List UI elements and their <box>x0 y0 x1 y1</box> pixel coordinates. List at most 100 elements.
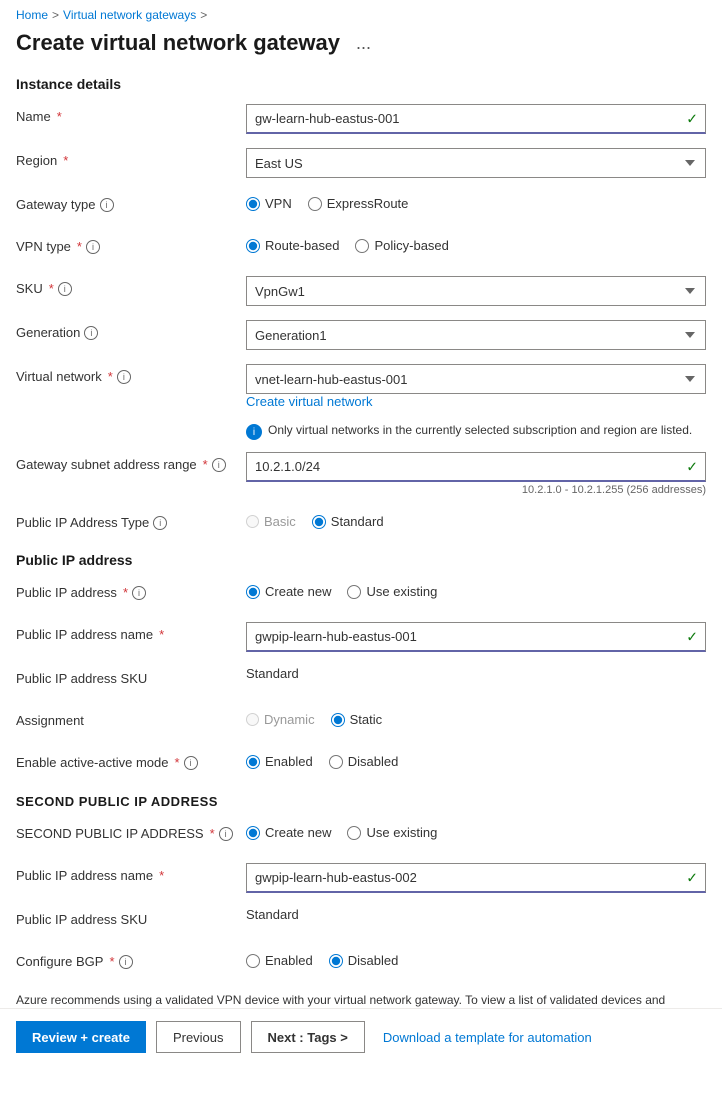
pip-create-new-radio[interactable] <box>246 585 260 599</box>
public-ip-type-standard-radio[interactable] <box>312 515 326 529</box>
second-pipname-required: * <box>159 868 164 883</box>
public-ip-type-control: Basic Standard <box>246 510 706 529</box>
public-ip-name-control: ✓ <box>246 622 706 652</box>
generation-select[interactable]: Generation1 <box>246 320 706 350</box>
assignment-static-radio[interactable] <box>331 713 345 727</box>
public-ip-address-row: Public IP address * i Create new Use exi… <box>16 580 706 608</box>
public-ip-type-basic-label: Basic <box>264 514 296 529</box>
bgp-info-icon[interactable]: i <box>119 955 133 969</box>
info-message-box: i Only virtual networks in the currently… <box>246 423 706 440</box>
second-pip-use-existing-option[interactable]: Use existing <box>347 825 437 840</box>
pip-use-existing-option[interactable]: Use existing <box>347 584 437 599</box>
bgp-disabled-option[interactable]: Disabled <box>329 953 399 968</box>
vpn-type-routebased-option[interactable]: Route-based <box>246 238 339 253</box>
gateway-type-expressroute-option[interactable]: ExpressRoute <box>308 196 409 211</box>
public-ip-name-input[interactable] <box>246 622 706 652</box>
vpn-type-routebased-label: Route-based <box>265 238 339 253</box>
name-input[interactable] <box>246 104 706 134</box>
assignment-control: Dynamic Static <box>246 708 706 727</box>
create-vnet-link[interactable]: Create virtual network <box>246 394 372 409</box>
vpn-type-row: VPN type * i Route-based Policy-based <box>16 234 706 262</box>
previous-button[interactable]: Previous <box>156 1021 241 1053</box>
vpn-type-policybased-option[interactable]: Policy-based <box>355 238 448 253</box>
second-pip-name-row: Public IP address name * ✓ <box>16 863 706 893</box>
second-pip-sku-row: Public IP address SKU Standard <box>16 907 706 935</box>
active-active-enabled-option[interactable]: Enabled <box>246 754 313 769</box>
sku-label: SKU * i <box>16 276 246 296</box>
public-ip-type-standard-option[interactable]: Standard <box>312 514 384 529</box>
bgp-disabled-radio[interactable] <box>329 954 343 968</box>
main-content: Instance details Name * ✓ Region * East … <box>0 76 722 1107</box>
name-required: * <box>57 109 62 124</box>
gateway-type-vpn-radio[interactable] <box>246 197 260 211</box>
vpn-type-policybased-radio[interactable] <box>355 239 369 253</box>
generation-info-icon[interactable]: i <box>84 326 98 340</box>
vnet-info-icon[interactable]: i <box>117 370 131 384</box>
region-required: * <box>63 153 68 168</box>
gateway-type-expressroute-label: ExpressRoute <box>327 196 409 211</box>
gateway-subnet-input[interactable] <box>246 452 706 482</box>
download-template-link[interactable]: Download a template for automation <box>375 1024 600 1051</box>
configure-bgp-control: Enabled Disabled <box>246 949 706 968</box>
region-select[interactable]: East US <box>246 148 706 178</box>
gateway-subnet-row: Gateway subnet address range * i ✓ 10.2.… <box>16 452 706 496</box>
second-pip-create-new-option[interactable]: Create new <box>246 825 331 840</box>
gateway-type-expressroute-radio[interactable] <box>308 197 322 211</box>
review-create-button[interactable]: Review + create <box>16 1021 146 1053</box>
footer: Review + create Previous Next : Tags > D… <box>0 1008 722 1065</box>
virtual-network-select[interactable]: vnet-learn-hub-eastus-001 <box>246 364 706 394</box>
public-ip-type-info-icon[interactable]: i <box>153 516 167 530</box>
public-ip-address-label: Public IP address * i <box>16 580 246 600</box>
gateway-type-control: VPN ExpressRoute <box>246 192 706 211</box>
next-button[interactable]: Next : Tags > <box>251 1021 365 1053</box>
active-active-label: Enable active-active mode * i <box>16 750 246 770</box>
bgp-enabled-radio[interactable] <box>246 954 260 968</box>
vpn-type-info-icon[interactable]: i <box>86 240 100 254</box>
gateway-type-vpn-option[interactable]: VPN <box>246 196 292 211</box>
sku-control: VpnGw1 <box>246 276 706 306</box>
second-pip-name-input[interactable] <box>246 863 706 893</box>
breadcrumb-home[interactable]: Home <box>16 8 48 22</box>
second-pip-info-icon[interactable]: i <box>219 827 233 841</box>
gateway-type-label: Gateway type i <box>16 192 246 212</box>
active-active-enabled-label: Enabled <box>265 754 313 769</box>
public-ip-sku-row: Public IP address SKU Standard <box>16 666 706 694</box>
active-active-disabled-option[interactable]: Disabled <box>329 754 399 769</box>
breadcrumb-vngateways[interactable]: Virtual network gateways <box>63 8 196 22</box>
public-ip-type-basic-option: Basic <box>246 514 296 529</box>
generation-row: Generation i Generation1 <box>16 320 706 350</box>
name-check-icon: ✓ <box>686 111 698 128</box>
vpn-type-routebased-radio[interactable] <box>246 239 260 253</box>
region-row: Region * East US <box>16 148 706 178</box>
sku-info-icon[interactable]: i <box>58 282 72 296</box>
pip-create-new-option[interactable]: Create new <box>246 584 331 599</box>
assignment-label: Assignment <box>16 708 246 728</box>
assignment-radio-group: Dynamic Static <box>246 708 706 727</box>
public-ip-sku-label: Public IP address SKU <box>16 666 246 686</box>
active-active-info-icon[interactable]: i <box>184 756 198 770</box>
public-ip-type-label: Public IP Address Type i <box>16 510 246 530</box>
pip-info-icon[interactable]: i <box>132 586 146 600</box>
active-active-required: * <box>174 755 179 770</box>
subnet-hint: 10.2.1.0 - 10.2.1.255 (256 addresses) <box>246 484 706 496</box>
configure-bgp-row: Configure BGP * i Enabled Disabled <box>16 949 706 977</box>
subnet-info-icon[interactable]: i <box>212 458 226 472</box>
pip-use-existing-radio[interactable] <box>347 585 361 599</box>
ellipsis-button[interactable]: ... <box>350 31 377 56</box>
active-active-disabled-radio[interactable] <box>329 755 343 769</box>
vnet-required: * <box>108 369 113 384</box>
second-pip-create-new-radio[interactable] <box>246 826 260 840</box>
bgp-disabled-label: Disabled <box>348 953 399 968</box>
vpn-type-radio-group: Route-based Policy-based <box>246 234 706 253</box>
second-pip-radio-group: Create new Use existing <box>246 821 706 840</box>
sku-row: SKU * i VpnGw1 <box>16 276 706 306</box>
gateway-type-info-icon[interactable]: i <box>100 198 114 212</box>
second-pip-label: SECOND PUBLIC IP ADDRESS * i <box>16 821 246 841</box>
second-pip-sku-value: Standard <box>246 902 299 922</box>
active-active-enabled-radio[interactable] <box>246 755 260 769</box>
assignment-static-option[interactable]: Static <box>331 712 383 727</box>
second-pip-use-existing-radio[interactable] <box>347 826 361 840</box>
sku-select[interactable]: VpnGw1 <box>246 276 706 306</box>
bgp-enabled-option[interactable]: Enabled <box>246 953 313 968</box>
active-active-row: Enable active-active mode * i Enabled Di… <box>16 750 706 778</box>
